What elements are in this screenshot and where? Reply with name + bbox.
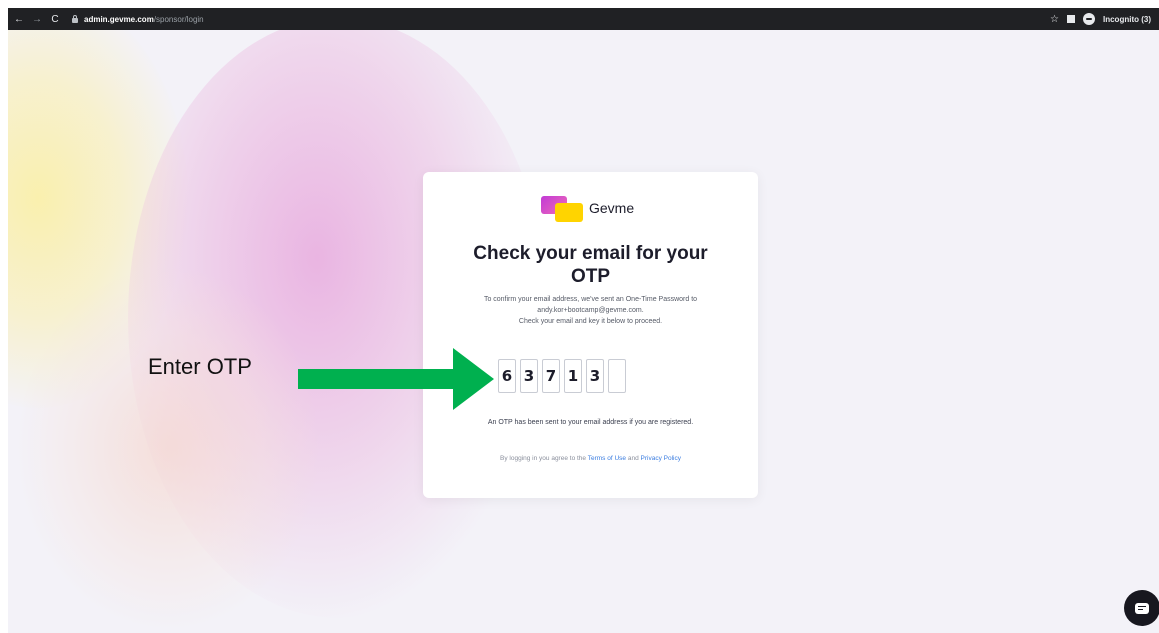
incognito-label[interactable]: Incognito (3) bbox=[1103, 15, 1151, 24]
gevme-logo: Gevme bbox=[541, 194, 634, 222]
address-bar[interactable]: admin.gevme.com/sponsor/login bbox=[72, 14, 204, 24]
browser-window: ← → C admin.gevme.com/sponsor/login ☆ In… bbox=[8, 8, 1159, 633]
green-arrow-icon bbox=[298, 348, 494, 410]
star-icon[interactable]: ☆ bbox=[1050, 14, 1059, 25]
brand-name: Gevme bbox=[589, 200, 635, 216]
background-blob-peach bbox=[18, 268, 318, 628]
chat-button[interactable] bbox=[1124, 590, 1159, 626]
otp-digit-3[interactable] bbox=[542, 359, 560, 393]
chat-icon bbox=[1135, 602, 1149, 614]
otp-sent-notice: An OTP has been sent to your email addre… bbox=[487, 419, 694, 426]
arrow-shape bbox=[298, 348, 494, 410]
otp-description: To confirm your email address, we've sen… bbox=[443, 294, 738, 327]
otp-digit-2[interactable] bbox=[520, 359, 538, 393]
back-icon[interactable]: ← bbox=[12, 12, 26, 26]
terms-prefix: By logging in you agree to the bbox=[500, 455, 587, 462]
otp-digit-1[interactable] bbox=[498, 359, 516, 393]
title-line-2: OTP bbox=[570, 266, 611, 287]
terms-and: and bbox=[627, 455, 639, 462]
desc-line-3: Check your email and key it below to pro… bbox=[518, 318, 663, 325]
otp-digit-5[interactable] bbox=[586, 359, 604, 393]
gevme-logo-icon bbox=[541, 194, 585, 222]
enter-otp-annotation: Enter OTP bbox=[148, 354, 252, 379]
otp-card: Gevme Check your email for your OTP To c… bbox=[423, 172, 758, 498]
otp-digit-4[interactable] bbox=[564, 359, 582, 393]
otp-digit-6[interactable] bbox=[608, 359, 626, 393]
url-host: admin.gevme.com bbox=[84, 14, 154, 24]
url-path: /sponsor/login bbox=[153, 14, 204, 24]
desc-line-1: To confirm your email address, we've sen… bbox=[483, 296, 698, 303]
side-panel-icon[interactable] bbox=[1067, 15, 1075, 23]
forward-icon[interactable]: → bbox=[30, 12, 44, 26]
privacy-policy-link[interactable]: Privacy Policy bbox=[641, 455, 681, 462]
title-line-1: Check your email for your bbox=[473, 243, 708, 264]
page-title: Check your email for your OTP bbox=[423, 242, 758, 288]
incognito-icon[interactable] bbox=[1083, 13, 1095, 25]
desc-line-2: andy.kor+bootcamp@gevme.com. bbox=[537, 307, 644, 314]
browser-toolbar: ← → C admin.gevme.com/sponsor/login ☆ In… bbox=[8, 8, 1159, 30]
terms-text: By logging in you agree to the Terms of … bbox=[423, 455, 758, 462]
otp-input-group bbox=[498, 359, 626, 393]
terms-of-use-link[interactable]: Terms of Use bbox=[588, 455, 626, 462]
lock-icon[interactable] bbox=[72, 14, 78, 23]
reload-icon[interactable]: C bbox=[48, 12, 62, 26]
